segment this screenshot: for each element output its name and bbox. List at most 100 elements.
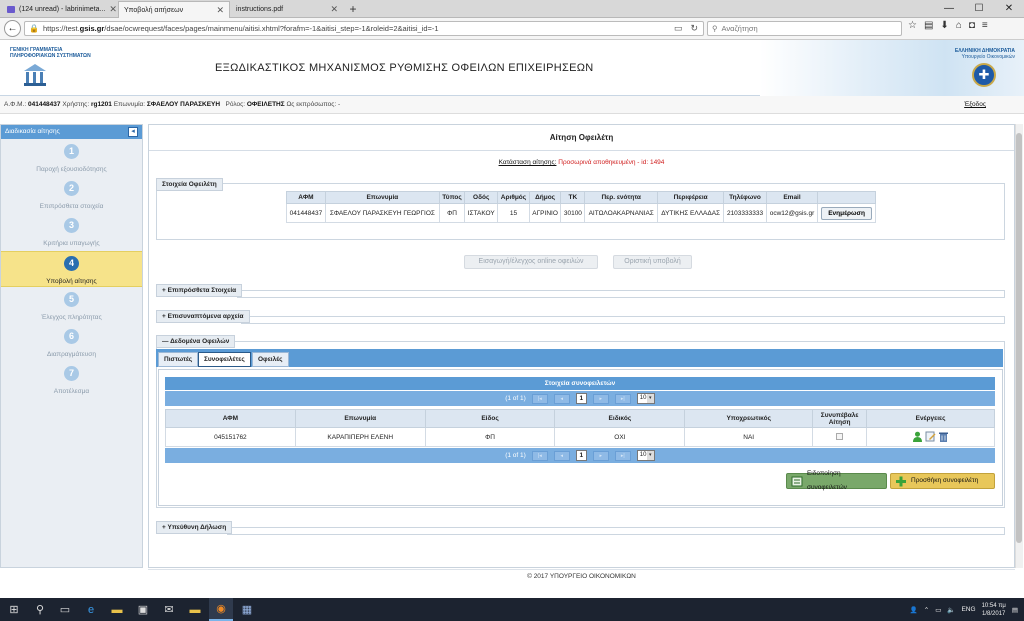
collapse-icon[interactable]: ◂ bbox=[128, 127, 138, 137]
close-icon[interactable]: ✕ bbox=[105, 4, 117, 15]
edit-icon[interactable] bbox=[925, 431, 936, 442]
current-page[interactable]: 1 bbox=[575, 393, 587, 404]
section-debts-toggle[interactable]: — Δεδομένα Οφειλών bbox=[156, 335, 236, 348]
prev-page-icon[interactable]: ◂ bbox=[553, 393, 570, 404]
final-submit-button[interactable]: Οριστική υποβολή bbox=[613, 255, 692, 269]
browser-tab-pdf[interactable]: instructions.pdf ✕ bbox=[231, 1, 343, 18]
next-page-icon[interactable]: ▸ bbox=[592, 393, 609, 404]
first-page-icon[interactable]: |◂ bbox=[531, 393, 548, 404]
close-icon[interactable]: ✕ bbox=[212, 5, 224, 16]
section-declaration-toggle[interactable]: + Υπεύθυνη Δήλωση bbox=[156, 521, 233, 534]
sidebar-step-3[interactable]: 3 Κριτήρια υπαγωγής bbox=[1, 214, 142, 250]
search-icon[interactable]: ⚲ bbox=[28, 598, 52, 621]
user-label: Χρήστης: bbox=[62, 101, 90, 108]
url-bar[interactable]: 🔒 https://test. gsis.gr/dsae/ocwrequest/f… bbox=[24, 21, 704, 36]
table-header-row: ΑΦΜ Επωνυμία Είδος Ειδικός Υποχρεωτικός … bbox=[165, 409, 995, 428]
prev-page-icon[interactable]: ◂ bbox=[553, 450, 570, 461]
folder-icon[interactable]: ▬ bbox=[183, 598, 207, 621]
task-view-icon[interactable]: ▭ bbox=[53, 598, 77, 621]
last-page-icon[interactable]: ▸| bbox=[614, 393, 631, 404]
next-page-icon[interactable]: ▸ bbox=[592, 450, 609, 461]
reader-icon[interactable]: ▭ bbox=[674, 23, 683, 34]
new-tab-button[interactable]: + bbox=[345, 1, 361, 17]
minimize-icon[interactable]: — bbox=[934, 0, 964, 18]
tab-creditors[interactable]: Πιστωτές bbox=[158, 352, 199, 367]
bookmark-star-icon[interactable]: ☆ bbox=[908, 20, 917, 31]
section-attachments-toggle[interactable]: + Επισυναπτόμενα αρχεία bbox=[156, 310, 250, 323]
sidebar-step-5[interactable]: 5 Έλεγχος πληρότητας bbox=[1, 288, 142, 324]
sidebar-step-7[interactable]: 7 Αποτέλεσμα bbox=[1, 362, 142, 398]
col-header: Οδός bbox=[464, 191, 499, 204]
app-icon[interactable]: ▦ bbox=[235, 598, 259, 621]
first-page-icon[interactable]: |◂ bbox=[531, 450, 548, 461]
back-button[interactable]: ← bbox=[4, 20, 21, 37]
main-title: Αίτηση Οφειλέτη bbox=[149, 125, 1014, 151]
windows-start-icon[interactable]: ⊞ bbox=[2, 598, 26, 621]
browser-tab-aitiseis[interactable]: Υποβολή αιτήσεων ✕ bbox=[118, 1, 230, 18]
col-header: Είδος bbox=[424, 409, 556, 428]
gsis-logo-text: ΓΕΝΙΚΗ ΓΡΑΜΜΑΤΕΙΑ ΠΛΗΡΟΦΟΡΙΑΚΩΝ ΣΥΣΤΗΜΑΤ… bbox=[10, 47, 91, 59]
clock-date: 1/8/2017 bbox=[982, 610, 1006, 617]
import-debts-button[interactable]: Εισαγωγή/έλεγχος online οφειλών bbox=[464, 255, 598, 269]
notify-codebtors-button[interactable]: Ειδοποίηση συνοφειλετών bbox=[786, 470, 887, 491]
volume-icon[interactable]: 🔈 bbox=[947, 606, 955, 614]
cell-phone: 2103333333 bbox=[723, 203, 767, 223]
cell-cosubmitted bbox=[812, 427, 868, 447]
cell-name: ΣΦΑΕΛΟΥ ΠΑΡΑΣΚΕΥΗ ΓΕΩΡΓΙΟΣ bbox=[324, 203, 440, 223]
mail-icon bbox=[7, 6, 15, 13]
col-header: Συνυπέβαλε Αίτηση bbox=[812, 409, 868, 428]
search-icon: ⚲ bbox=[712, 24, 718, 33]
maximize-icon[interactable]: ☐ bbox=[964, 0, 994, 18]
tab-debts[interactable]: Οφειλές bbox=[252, 352, 289, 367]
edge-icon[interactable]: e bbox=[79, 598, 103, 621]
cell-afm: 045151762 bbox=[165, 427, 296, 447]
scrollbar-thumb[interactable] bbox=[1016, 133, 1022, 543]
search-input[interactable]: ⚲ Αναζήτηση bbox=[707, 21, 902, 36]
cosubmitted-checkbox[interactable] bbox=[836, 432, 844, 440]
close-icon[interactable]: ✕ bbox=[326, 4, 338, 15]
current-page[interactable]: 1 bbox=[575, 450, 587, 461]
add-codebtor-button[interactable]: Προσθήκη συνοφειλέτη bbox=[890, 473, 995, 489]
sidebar-step-1[interactable]: 1 Παροχή εξουσιοδότησης bbox=[1, 140, 142, 176]
menu-icon[interactable]: ≡ bbox=[982, 20, 988, 31]
tab-codebtors[interactable]: Συνοφειλέτες bbox=[198, 352, 251, 367]
sidebar-step-4[interactable]: 4 Υποβολή αίτησης bbox=[1, 251, 142, 287]
update-button[interactable]: Ενημέρωση bbox=[821, 206, 872, 220]
section-additional-toggle[interactable]: + Επιπρόσθετα Στοιχεία bbox=[156, 284, 243, 297]
pocket-icon[interactable]: ◘ bbox=[969, 20, 975, 31]
tab-label: Υποβολή αιτήσεων bbox=[124, 6, 184, 14]
sidebar-step-2[interactable]: 2 Επιπρόσθετα στοιχεία bbox=[1, 177, 142, 213]
close-window-icon[interactable]: ✕ bbox=[994, 0, 1024, 18]
sidebar-step-6[interactable]: 6 Διαπραγμάτευση bbox=[1, 325, 142, 361]
last-page-icon[interactable]: ▸| bbox=[614, 450, 631, 461]
reload-icon[interactable]: ↻ bbox=[690, 23, 698, 34]
afm-value: 041448437 bbox=[27, 101, 61, 108]
page-size-select[interactable]: 10 ▾ bbox=[636, 393, 655, 404]
cell-kind: ΦΠ bbox=[424, 427, 556, 447]
notifications-icon[interactable]: ▤ bbox=[1012, 606, 1018, 614]
mail-icon[interactable]: ✉ bbox=[157, 598, 181, 621]
reading-list-icon[interactable]: ▤ bbox=[924, 20, 933, 31]
user-icon[interactable] bbox=[912, 431, 923, 442]
page-size-select[interactable]: 10 ▾ bbox=[636, 450, 655, 461]
pager-text: (1 of 1) bbox=[505, 395, 526, 402]
clock[interactable]: 10:54 πμ 1/8/2017 bbox=[982, 602, 1006, 618]
chevron-down-icon: ▾ bbox=[646, 394, 654, 403]
file-explorer-icon[interactable]: ▬ bbox=[105, 598, 129, 621]
col-header: Ενέργειες bbox=[866, 409, 995, 428]
language-indicator[interactable]: ENG bbox=[961, 606, 975, 613]
download-icon[interactable]: ⬇ bbox=[940, 20, 948, 31]
logout-link[interactable]: Έξοδος bbox=[964, 96, 986, 114]
paginator-top: (1 of 1) |◂ ◂ 1 ▸ ▸| 10 ▾ bbox=[165, 391, 995, 406]
cell-actions: Ενημέρωση bbox=[817, 203, 876, 223]
tray-chevron-icon[interactable]: ⌃ bbox=[924, 606, 929, 614]
people-icon[interactable]: 👤 bbox=[910, 606, 918, 614]
firefox-icon[interactable]: ◉ bbox=[209, 598, 233, 621]
browser-tab-mail[interactable]: (124 unread) - labrinimeta... ✕ bbox=[2, 1, 117, 18]
chevron-down-icon: ▾ bbox=[646, 451, 654, 460]
network-icon[interactable]: ▭ bbox=[935, 606, 941, 614]
home-icon[interactable]: ⌂ bbox=[956, 20, 962, 31]
delete-icon[interactable] bbox=[938, 431, 949, 442]
col-header: Email bbox=[765, 191, 819, 204]
store-icon[interactable]: ▣ bbox=[131, 598, 155, 621]
